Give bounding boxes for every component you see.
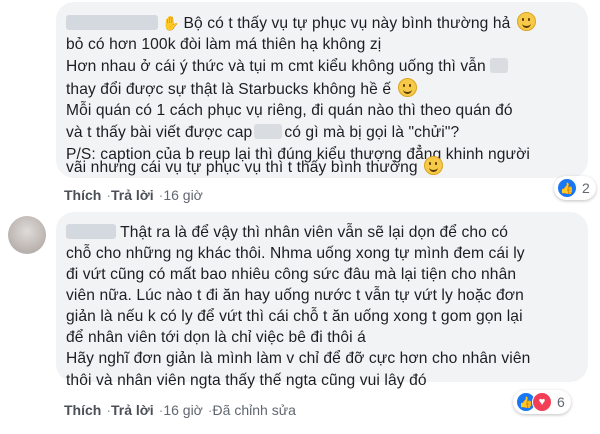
smiley-emoji-icon [516,12,536,31]
comment-line: thay đổi được sự thật là Starbucks không… [66,78,417,101]
comment-line: giản là nếu k có ly để vứt thì cái chỗ t… [66,308,523,325]
comment-line: Hãy nghĩ đơn giản là mình làm v chỉ để đ… [66,350,531,367]
comment-bubble: ✋ Bộ có t thấy vụ tự phục vụ này bình thư… [56,2,588,178]
like-button[interactable]: Thích [64,402,101,418]
avatar[interactable] [8,216,46,254]
comment-actions: Thích ·Trả lời ·16 giờ ·Đã chỉnh sửa [64,402,296,418]
comment-bubble: Thật ra là để vậy thì nhân viên vẫn sẽ l… [56,212,588,382]
reply-button[interactable]: Trả lời [111,402,154,418]
waving-hand-icon: ✋ [162,15,180,31]
comment-actions: Thích ·Trả lời ·16 giờ [64,187,203,203]
comment-line: Thật ra là để vậy thì nhân viên vẫn sẽ l… [66,222,508,244]
redacted-text [254,124,283,139]
comment-line: ✋ Bộ có t thấy vụ tự phục vụ này bình thư… [66,12,536,35]
edited-label[interactable]: Đã chỉnh sửa [213,402,296,418]
comment-line: Hơn nhau ở cái ý thức và tụi m cmt kiểu … [66,56,509,78]
reaction-count: 6 [557,394,565,410]
comment-line: Mỗi quán có 1 cách phục vụ riêng, đi quá… [66,102,513,119]
love-reaction-icon: ♥ [532,392,552,412]
author-name-redacted[interactable] [66,224,116,239]
timestamp[interactable]: 16 giờ [163,402,203,418]
comment-line: thôi và nhân viên ngta thấy thế ngta cũn… [66,372,427,389]
author-name-redacted[interactable] [66,15,158,30]
comment-line: và t thấy bài viết được cap có gì mà bị g… [66,124,460,141]
reply-button[interactable]: Trả lời [111,187,154,203]
like-reaction-icon: 👍 [557,178,577,198]
timestamp[interactable]: 16 giờ [163,187,203,203]
smiley-emoji-icon [424,156,444,175]
smiley-emoji-icon [397,78,417,97]
redacted-text [490,58,509,73]
reaction-count: 2 [582,180,590,196]
comment-line: vãi nhưng cái vụ tự phục vụ thì t thấy b… [66,156,444,179]
comment-line: đi vứt cũng có mất bao nhiêu công sức đâ… [66,266,517,283]
like-button[interactable]: Thích [64,187,101,203]
comment-line: để nhân viên tới dọn là chỉ việc bê đi t… [66,329,366,346]
comment-line: bỏ có hơn 100k đòi làm má thiên hạ không… [66,36,382,53]
comment-line: viên nữa. Lúc nào t đi ăn hay uống nước … [66,287,524,304]
comment-line: chỗ cho những ng khác thôi. Nhma uống xo… [66,245,525,262]
reaction-summary[interactable]: 👍 2 [554,176,596,200]
reaction-summary[interactable]: 👍 ♥ 6 [513,390,571,414]
